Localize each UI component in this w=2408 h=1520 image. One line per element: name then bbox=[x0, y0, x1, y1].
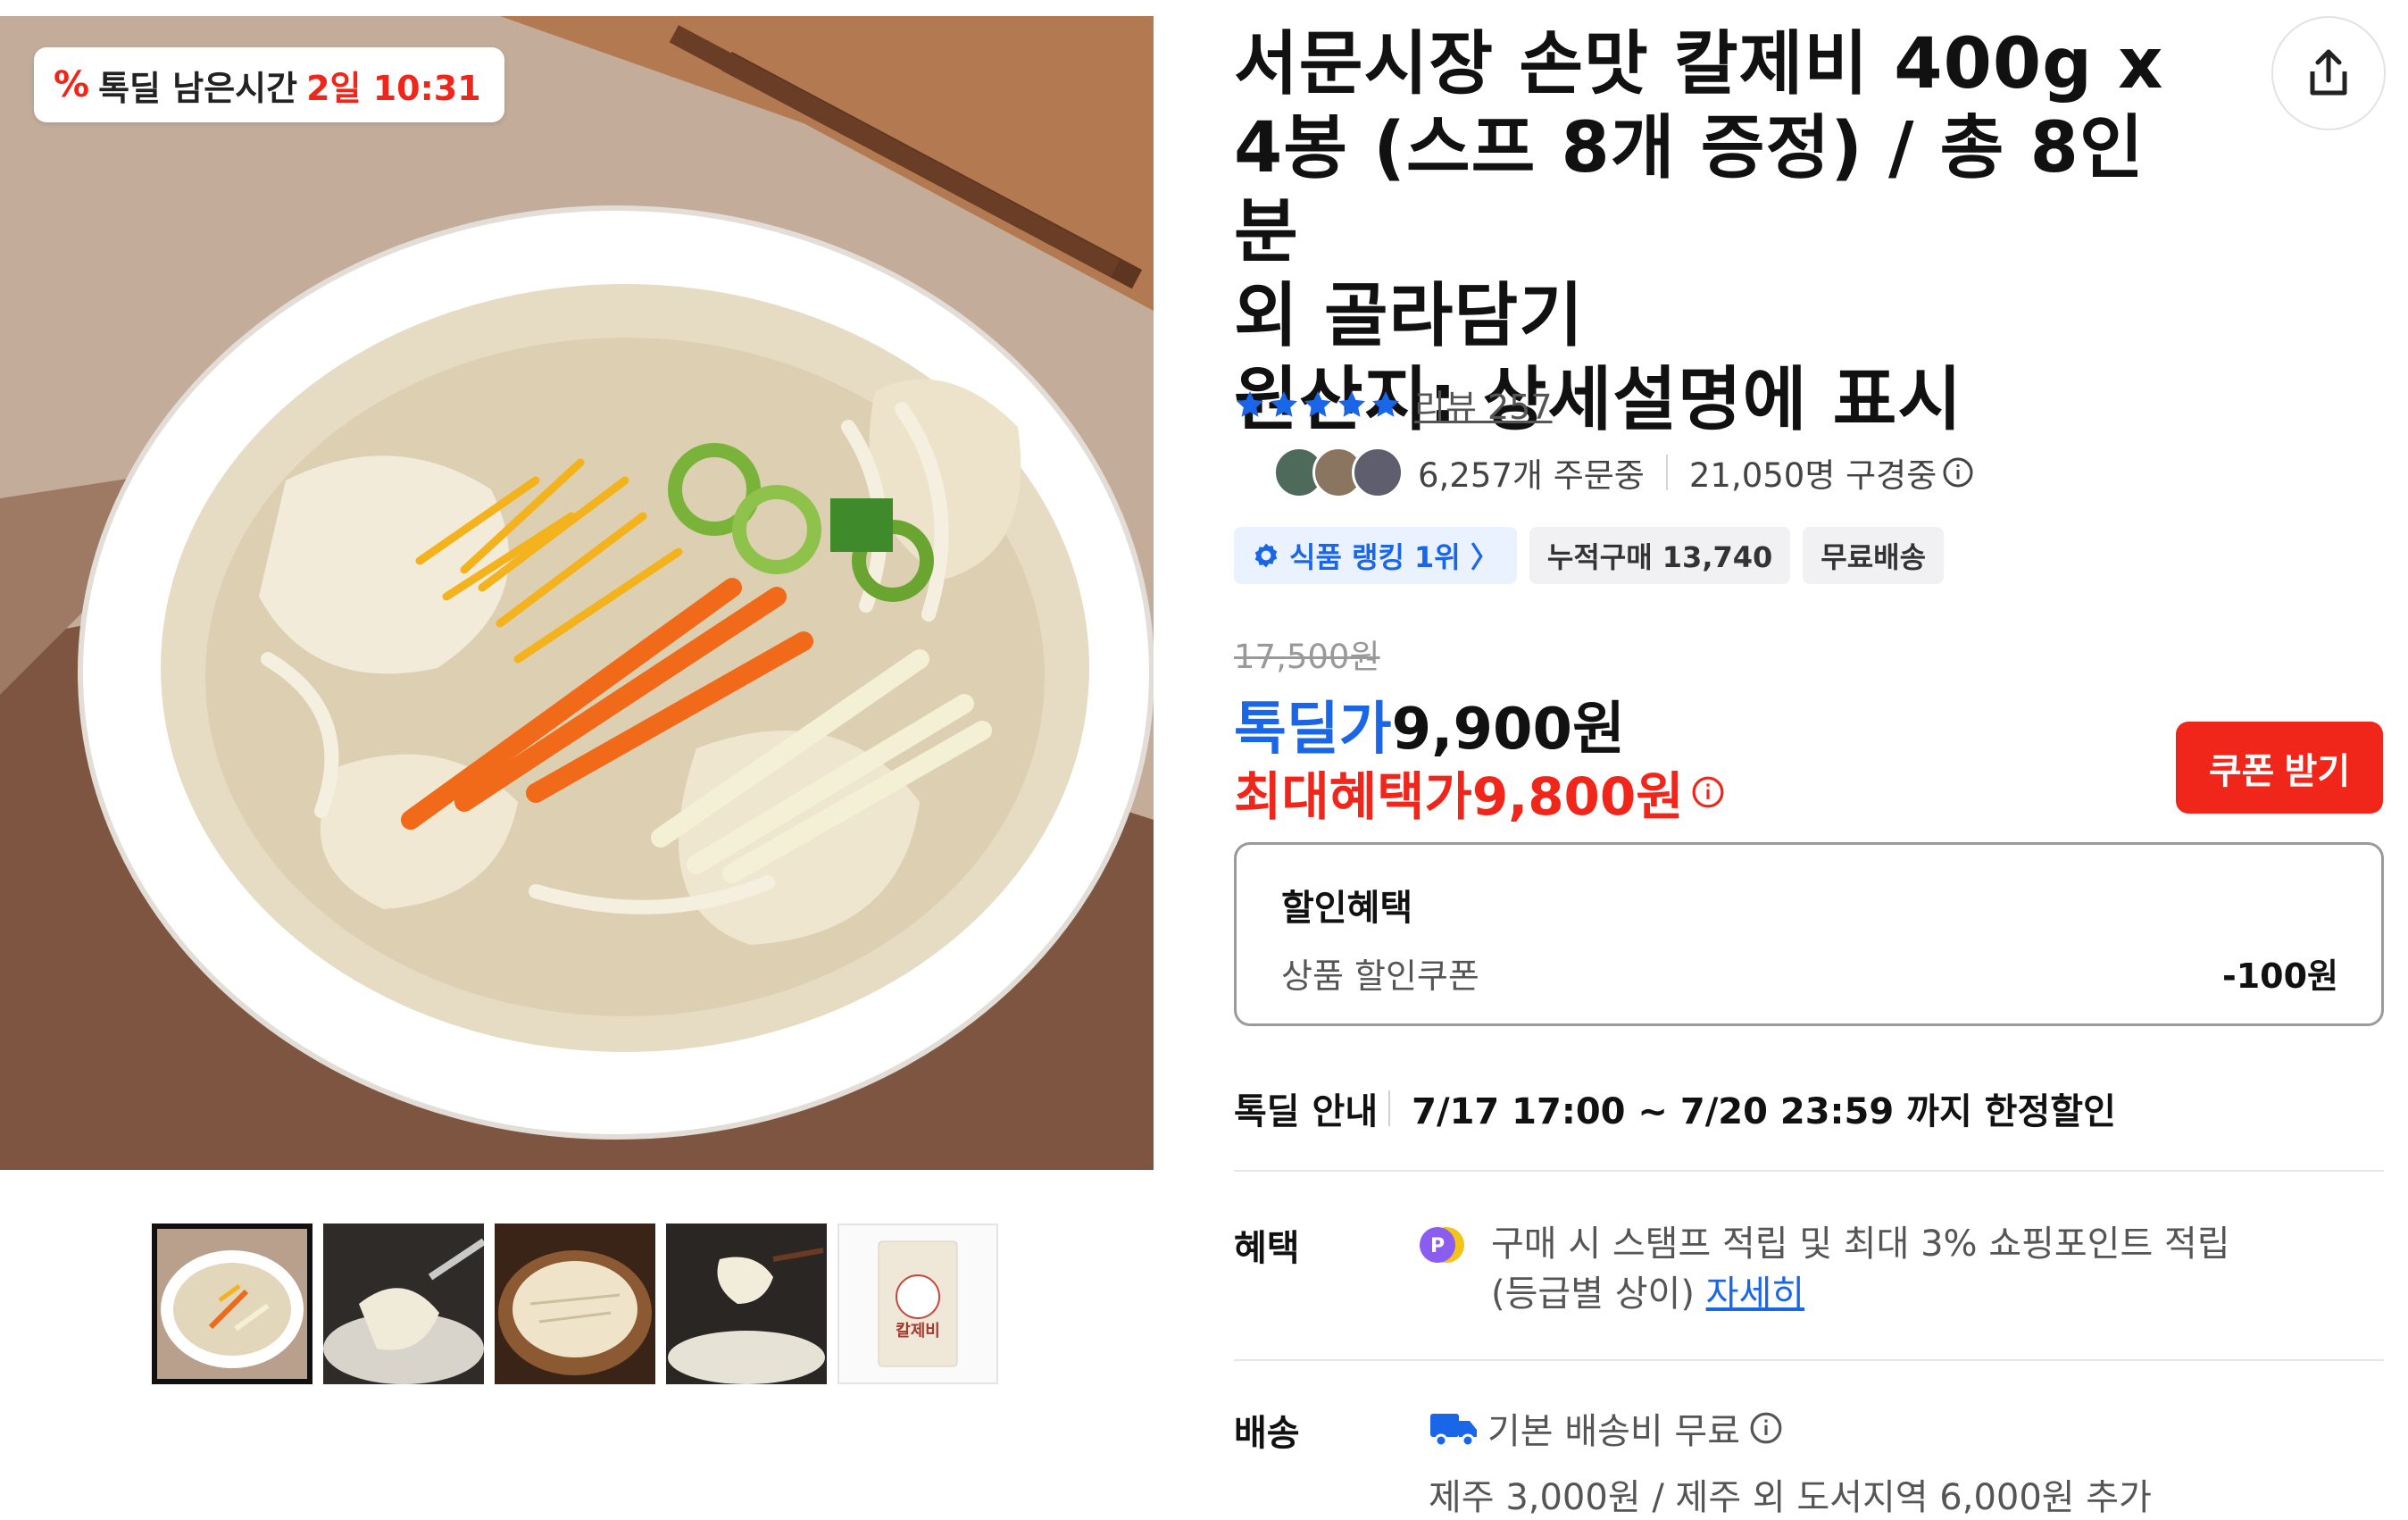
thumbnail-image bbox=[323, 1224, 484, 1384]
get-coupon-button[interactable]: 쿠폰 받기 bbox=[2176, 722, 2383, 814]
divider bbox=[1388, 1090, 1391, 1126]
noodle-soup-photo bbox=[0, 16, 1154, 1170]
review-link[interactable]: 리뷰 257 bbox=[1414, 380, 1553, 429]
thumbnail-2[interactable] bbox=[323, 1224, 484, 1384]
percent-icon: % bbox=[54, 64, 90, 105]
shipping-extra: 제주 3,000원 / 제주 외 도서지역 6,000원 추가 bbox=[1429, 1477, 2152, 1518]
star-icon bbox=[1271, 390, 1297, 417]
benefit-label: 혜택 bbox=[1234, 1228, 1300, 1269]
deal-price: 톡딜가9,900원 bbox=[1234, 683, 1625, 765]
deal-info-text: 7/17 17:00 ~ 7/20 23:59 까지 한정할인 bbox=[1412, 1091, 2116, 1132]
truck-icon bbox=[1430, 1414, 1477, 1448]
ranking-badge[interactable]: 식품 랭킹 1위 〉 bbox=[1234, 527, 1517, 584]
point-icon: P bbox=[1420, 1227, 1464, 1263]
deal-info-row: 톡딜 안내 7/17 17:00 ~ 7/20 23:59 까지 한정할인 bbox=[1234, 1082, 2116, 1134]
package-label: 칼제비 bbox=[896, 1322, 940, 1340]
discount-box: 할인혜택 상품 할인쿠폰 -100원 bbox=[1234, 842, 2384, 1026]
divider bbox=[1665, 455, 1668, 490]
max-price-value: 9,800원 bbox=[1471, 766, 1684, 827]
info-icon[interactable] bbox=[1691, 775, 1725, 809]
avatar bbox=[1352, 447, 1404, 498]
rating-row: 리뷰 257 bbox=[1234, 380, 1553, 429]
section-divider bbox=[1234, 1170, 2384, 1172]
deal-price-value: 9,900원 bbox=[1391, 697, 1625, 763]
buyer-avatars bbox=[1273, 447, 1404, 498]
section-divider bbox=[1234, 1359, 2384, 1361]
free-shipping-badge: 무료배송 bbox=[1803, 527, 1945, 584]
star-icon bbox=[1304, 390, 1331, 417]
thumbnail-3[interactable] bbox=[495, 1224, 655, 1384]
original-price: 17,500원 bbox=[1234, 638, 1380, 676]
star-icon bbox=[1338, 390, 1365, 417]
star-icon bbox=[1372, 390, 1399, 417]
discount-item-value: -100원 bbox=[2221, 956, 2338, 996]
deal-timer-badge: % 톡딜 남은시간 2일 10:31 bbox=[34, 47, 504, 122]
benefit-text: 구매 시 스탬프 적립 및 최대 3% 쇼핑포인트 적립 (등급별 상이) bbox=[1491, 1224, 2230, 1315]
thumbnail-strip: 칼제비 bbox=[152, 1224, 998, 1384]
discount-item-label: 상품 할인쿠폰 bbox=[1281, 956, 1479, 996]
thumbnail-image bbox=[157, 1229, 307, 1379]
thumbnail-1[interactable] bbox=[152, 1224, 312, 1384]
shipping-label: 배송 bbox=[1234, 1413, 1300, 1454]
rank-gear-icon bbox=[1254, 543, 1278, 568]
thumbnail-5[interactable]: 칼제비 bbox=[837, 1224, 998, 1384]
discount-header: 할인혜택 bbox=[1281, 888, 1413, 929]
product-badges: 식품 랭킹 1위 〉 누적구매 13,740 무료배송 bbox=[1234, 527, 1945, 584]
star-rating bbox=[1234, 388, 1402, 421]
shipping-fee: 기본 배송비 무료 bbox=[1487, 1411, 1741, 1452]
thumbnail-image: 칼제비 bbox=[878, 1240, 958, 1367]
thumbnail-image bbox=[495, 1224, 655, 1384]
info-icon[interactable] bbox=[1749, 1411, 1783, 1445]
star-icon bbox=[1237, 390, 1263, 417]
buyer-activity: 6,257개 주문중 21,050명 구경중 bbox=[1273, 447, 1974, 498]
max-price-label: 최대혜택가 bbox=[1234, 766, 1472, 827]
max-benefit-price: 최대혜택가 9,800원 bbox=[1234, 755, 1725, 830]
benefit-detail-link[interactable]: 자세히 bbox=[1706, 1274, 1804, 1315]
deal-info-label: 톡딜 안내 bbox=[1234, 1091, 1379, 1132]
deal-timer-time: 2일 10:31 bbox=[306, 68, 481, 108]
shipping-content: 기본 배송비 무료 제주 3,000원 / 제주 외 도서지역 6,000원 추… bbox=[1429, 1402, 2152, 1520]
thumbnail-4[interactable] bbox=[666, 1224, 827, 1384]
ranking-badge-label: 식품 랭킹 1위 〉 bbox=[1289, 540, 1499, 574]
viewer-count: 21,050명 구경중 bbox=[1688, 456, 1937, 495]
benefit-content: P 구매 시 스탬프 적립 및 최대 3% 쇼핑포인트 적립 (등급별 상이) … bbox=[1420, 1219, 2230, 1319]
info-icon[interactable] bbox=[1942, 456, 1974, 489]
thumbnail-image bbox=[666, 1224, 827, 1384]
share-button[interactable] bbox=[2271, 16, 2386, 130]
order-count: 6,257개 주문중 bbox=[1418, 456, 1645, 495]
product-main-image: % 톡딜 남은시간 2일 10:31 bbox=[0, 16, 1154, 1170]
svg-text:P: P bbox=[1430, 1235, 1445, 1257]
deal-timer-label: 톡딜 남은시간 bbox=[98, 68, 298, 108]
cumulative-purchase-badge: 누적구매 13,740 bbox=[1529, 527, 1791, 584]
share-icon bbox=[2310, 49, 2347, 96]
deal-price-label: 톡딜가 bbox=[1234, 697, 1392, 763]
